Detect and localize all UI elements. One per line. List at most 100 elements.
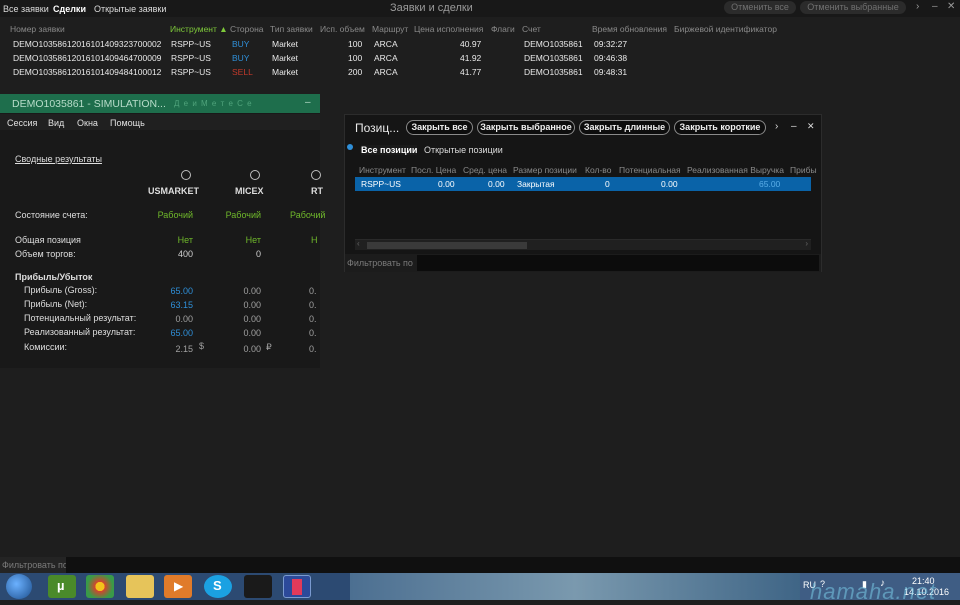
net-micex: 0.00 xyxy=(243,300,261,310)
side: BUY xyxy=(232,53,250,63)
realized-label: Реализованный результат: xyxy=(24,327,136,337)
col-flags[interactable]: Флаги xyxy=(491,24,515,34)
media-player-icon[interactable]: ▶ xyxy=(164,575,192,598)
close-selected-button[interactable]: Закрыть выбранное xyxy=(477,120,575,135)
col-order-type[interactable]: Тип заявки xyxy=(270,24,313,34)
last-price: 0.00 xyxy=(438,179,455,189)
col-order-id[interactable]: Номер заявки xyxy=(10,24,65,34)
more-icon[interactable]: › xyxy=(775,121,778,132)
table-row[interactable]: DEMO1035861201610140932370000​2 RSPP~US … xyxy=(0,38,720,51)
table-row[interactable]: RSPP~US 0.00 0.00 Закрытая 0 0.00 65.00 xyxy=(355,177,811,191)
account-window-titlebar[interactable]: DEMO1035861 - SIMULATION... Д е и М е т … xyxy=(0,94,320,113)
col-instrument[interactable]: Инструмент ▲ xyxy=(170,24,228,34)
tab-open-positions[interactable]: Открытые позиции xyxy=(424,145,503,155)
table-row[interactable]: DEMO10358612016101409484100012 RSPP~US S… xyxy=(0,66,720,79)
potential-micex: 0.00 xyxy=(243,314,261,324)
watermark: hamaha.net xyxy=(810,579,937,604)
utorrent-icon[interactable]: µ xyxy=(48,575,76,598)
trading-app-icon[interactable] xyxy=(283,575,311,598)
col-avg-price[interactable]: Сред. цена xyxy=(463,165,507,175)
scrollbar-thumb[interactable] xyxy=(367,242,527,249)
pnl-header: Прибыль/Убыток xyxy=(15,272,93,282)
side: BUY xyxy=(232,39,250,49)
volume-usmarket: 400 xyxy=(177,249,193,259)
titlebar-controls[interactable]: Д е и М е т е С е xyxy=(174,99,253,108)
account: DEMO1035861 xyxy=(524,53,583,63)
start-button-icon[interactable] xyxy=(6,574,32,599)
close-short-button[interactable]: Закрыть короткие xyxy=(674,120,766,135)
col-exec-volume[interactable]: Исп. объем xyxy=(320,24,365,34)
tab-all-orders[interactable]: Все заявки xyxy=(3,4,49,14)
tab-open-orders[interactable]: Открытые заявки xyxy=(94,4,166,14)
col-position-size[interactable]: Размер позиции xyxy=(513,165,577,175)
col-last-price[interactable]: Посл. Цена xyxy=(411,165,456,175)
account: DEMO1035861 xyxy=(524,39,583,49)
account-window: DEMO1035861 - SIMULATION... Д е и М е т … xyxy=(0,94,326,368)
cancel-selected-button[interactable]: Отменить выбранные xyxy=(800,1,906,14)
horizontal-scrollbar[interactable]: ‹ › xyxy=(355,239,811,250)
window-title: Заявки и сделки xyxy=(390,2,473,14)
explorer-icon[interactable] xyxy=(126,575,154,598)
scroll-left-icon[interactable]: ‹ xyxy=(357,239,360,248)
col-realized[interactable]: Реализованная Выручка xyxy=(687,165,784,175)
realized: 65.00 xyxy=(759,179,781,189)
close-icon[interactable]: ✕ xyxy=(947,1,955,12)
col-profit[interactable]: Прибы xyxy=(790,165,817,175)
positions-title: Позиц... xyxy=(355,121,400,135)
active-tab-dot-icon xyxy=(347,144,353,150)
side: SELL xyxy=(232,67,253,77)
col-instrument[interactable]: Инструмент xyxy=(359,165,406,175)
order-type: Market xyxy=(272,67,298,77)
potential-usmarket: 0.00 xyxy=(175,314,193,324)
menu-help[interactable]: Помощь xyxy=(110,118,145,128)
micex-gauge-icon xyxy=(250,170,260,180)
scroll-right-icon[interactable]: › xyxy=(805,239,808,248)
account-menubar: Сессия Вид Окна Помощь xyxy=(0,114,320,130)
cancel-all-button[interactable]: Отменить все xyxy=(724,1,796,14)
positions-filter-bar: Фильтровать по xyxy=(345,254,821,272)
gross-usmarket: 65.00 xyxy=(170,286,193,296)
summary-link[interactable]: Сводные результаты xyxy=(15,154,102,164)
col-side[interactable]: Сторона xyxy=(230,24,264,34)
position-size: Закрытая xyxy=(517,179,555,189)
account: DEMO1035861 xyxy=(524,67,583,77)
filter-label: Фильтровать по xyxy=(347,258,413,268)
minimize-icon[interactable]: – xyxy=(791,121,797,132)
rts-gauge-icon xyxy=(311,170,321,180)
close-icon[interactable]: ✕ xyxy=(807,121,815,132)
order-id: DEMO10358612016101409484100012 xyxy=(13,67,162,77)
menu-icon[interactable]: › xyxy=(916,1,919,12)
skype-icon[interactable]: S xyxy=(204,575,232,598)
order-type: Market xyxy=(272,53,298,63)
price: 41.77 xyxy=(460,67,482,77)
qty: 0 xyxy=(605,179,610,189)
menu-windows[interactable]: Окна xyxy=(77,118,98,128)
usd-sign: $ xyxy=(199,341,205,351)
col-route[interactable]: Маршрут xyxy=(372,24,408,34)
chrome-icon[interactable] xyxy=(86,575,114,598)
net-rts: 0. xyxy=(309,300,317,310)
gross-micex: 0.00 xyxy=(243,286,261,296)
col-update-time[interactable]: Время обновления xyxy=(592,24,667,34)
col-exec-price[interactable]: Цена исполнения xyxy=(414,24,483,34)
video-editor-icon[interactable] xyxy=(244,575,272,598)
menu-view[interactable]: Вид xyxy=(48,118,64,128)
minimize-icon[interactable]: – xyxy=(305,97,311,108)
table-row[interactable]: DEMO10358612016101409464700009 RSPP~US B… xyxy=(0,52,720,65)
positions-tabs: Все позиции Открытые позиции xyxy=(345,143,821,157)
menu-session[interactable]: Сессия xyxy=(7,118,37,128)
tab-all-positions[interactable]: Все позиции xyxy=(361,145,418,155)
state-rts: Рабочий xyxy=(290,210,326,220)
col-exchange-id[interactable]: Биржевой идентификатор xyxy=(674,24,777,34)
filter-input[interactable] xyxy=(66,557,960,573)
close-all-button[interactable]: Закрыть все xyxy=(406,120,473,135)
realized-usmarket: 65.00 xyxy=(170,328,193,338)
filter-input[interactable] xyxy=(417,255,819,271)
col-qty[interactable]: Кол-во xyxy=(585,165,611,175)
close-long-button[interactable]: Закрыть длинные xyxy=(579,120,670,135)
col-potential[interactable]: Потенциальная xyxy=(619,165,681,175)
col-account[interactable]: Счет xyxy=(522,24,541,34)
order-id: DEMO10358612016101409464700009 xyxy=(13,53,162,63)
tab-trades[interactable]: Сделки xyxy=(53,4,86,14)
minimize-icon[interactable]: – xyxy=(932,1,938,12)
